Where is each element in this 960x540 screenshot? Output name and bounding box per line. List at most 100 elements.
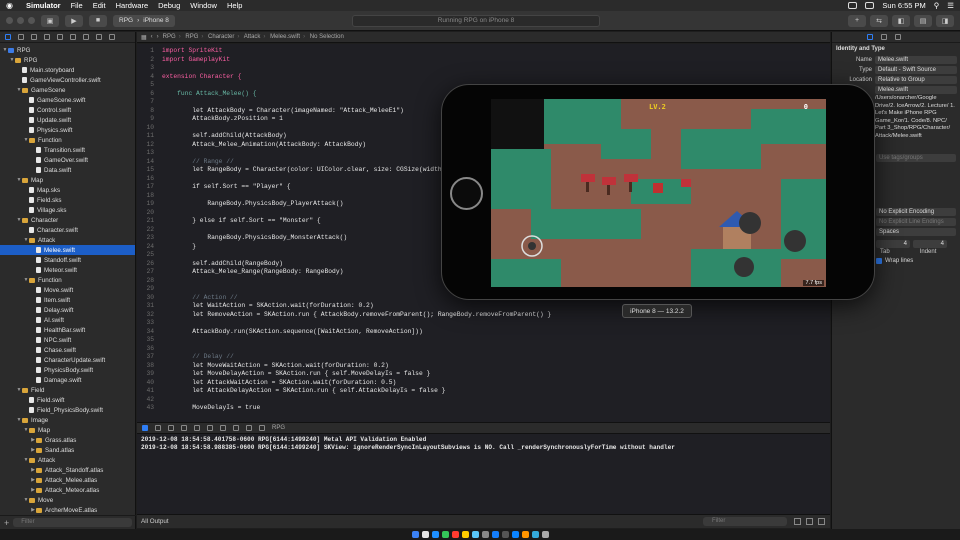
file-item[interactable]: Character.swift xyxy=(0,225,135,235)
notes-icon[interactable] xyxy=(461,531,469,538)
file-item[interactable]: Physics.swift xyxy=(0,125,135,135)
file-name-field[interactable]: Melee.swift xyxy=(875,86,957,94)
file-item[interactable]: Meteor.swift xyxy=(0,265,135,275)
file-item[interactable]: GameScene.swift xyxy=(0,95,135,105)
breadcrumb-attack[interactable]: Attack xyxy=(244,34,261,40)
folder-item[interactable]: ▼ Function xyxy=(0,135,135,145)
launchpad-icon[interactable] xyxy=(421,531,429,538)
code-line[interactable]: let WaitAction = SKAction.wait(forDurati… xyxy=(162,302,373,309)
run-button[interactable]: ▶ xyxy=(65,14,83,27)
file-item[interactable]: Damage.swift xyxy=(0,375,135,385)
hide-debug-area-icon[interactable] xyxy=(142,425,148,431)
folder-item[interactable]: ▶ Attack_Meteor.atlas xyxy=(0,485,135,495)
split-view-icon[interactable] xyxy=(806,518,813,525)
code-line[interactable]: let MoveDelayAction = SKAction.run { sel… xyxy=(162,370,430,377)
code-review-button[interactable]: ⇆ xyxy=(870,14,888,27)
code-line[interactable]: let RangeBody = Character(color: UIColor… xyxy=(162,166,445,173)
stop-button[interactable]: ■ xyxy=(89,14,107,27)
breakpoint-icon[interactable] xyxy=(96,34,102,40)
add-file-button[interactable]: + xyxy=(4,518,9,528)
file-item[interactable]: Update.swift xyxy=(0,115,135,125)
forward-icon[interactable]: › xyxy=(157,34,159,40)
folder-item[interactable]: ▶ ArcherMoveE.atlas xyxy=(0,505,135,515)
memory-graph-icon[interactable] xyxy=(233,425,239,431)
spotlight-icon[interactable]: ⚲ xyxy=(934,1,940,10)
menu-hardware[interactable]: Hardware xyxy=(116,1,149,10)
character-button[interactable] xyxy=(734,257,754,277)
file-item[interactable]: Field.sks xyxy=(0,195,135,205)
code-line[interactable]: let AttackDelayAction = SKAction.run { s… xyxy=(162,387,445,394)
code-line[interactable]: import SpriteKit xyxy=(162,47,222,54)
file-item[interactable]: Data.swift xyxy=(0,165,135,175)
file-item[interactable]: Chase.swift xyxy=(0,345,135,355)
app-icon[interactable] xyxy=(521,531,529,538)
back-icon[interactable]: ‹ xyxy=(151,34,153,40)
text-encoding-select[interactable]: No Explicit Encoding xyxy=(876,208,956,216)
code-line[interactable]: func Attack_Melee() { xyxy=(162,90,256,97)
step-out-icon[interactable] xyxy=(207,425,213,431)
code-line[interactable]: if self.Sort == "Player" { xyxy=(162,183,290,190)
file-item[interactable]: NPC.swift xyxy=(0,335,135,345)
code-line[interactable]: } else if self.Sort == "Monster" { xyxy=(162,217,321,224)
code-line[interactable]: Attack_Melee_Range(RangeBody: RangeBody) xyxy=(162,268,343,275)
folder-item[interactable]: ▼ Image xyxy=(0,415,135,425)
source-tags-input[interactable]: Use tags/groups xyxy=(876,154,956,162)
breadcrumb-group[interactable]: RPG xyxy=(185,34,198,40)
debug-target[interactable]: RPG xyxy=(272,425,285,431)
report-icon[interactable] xyxy=(109,34,115,40)
menu-app-name[interactable]: Simulator xyxy=(26,1,61,10)
output-selector[interactable]: All Output xyxy=(141,518,201,525)
code-line[interactable]: AttackBody.run(SKAction.sequence([WaitAc… xyxy=(162,328,423,335)
app-icon[interactable] xyxy=(531,531,539,538)
step-over-icon[interactable] xyxy=(181,425,187,431)
menu-window[interactable]: Window xyxy=(190,1,217,10)
finder-icon[interactable] xyxy=(411,531,419,538)
folder-item[interactable]: ▼ Map xyxy=(0,425,135,435)
apple-menu-icon[interactable]: ◉ xyxy=(6,1,16,10)
code-line[interactable]: self.addChild(AttackBody) xyxy=(162,132,286,139)
line-endings-select[interactable]: No Explicit Line Endings xyxy=(876,218,956,226)
file-item[interactable]: GameViewController.swift xyxy=(0,75,135,85)
file-item[interactable]: Standoff.swift xyxy=(0,255,135,265)
file-item[interactable]: Delay.swift xyxy=(0,305,135,315)
console-filter-input[interactable]: Filter xyxy=(703,517,787,526)
game-screen[interactable]: LV.2 0 7.7 fps xyxy=(491,99,826,287)
tab-width-field[interactable]: 4 xyxy=(876,240,910,248)
magic-attack-button[interactable] xyxy=(784,230,806,252)
folder-item[interactable]: ▶ Attack_Melee.atlas xyxy=(0,475,135,485)
zoom-window-button[interactable] xyxy=(28,17,35,24)
code-line[interactable]: let MoveWaitAction = SKAction.wait(forDu… xyxy=(162,362,389,369)
pause-icon[interactable] xyxy=(168,425,174,431)
folder-item[interactable]: ▼ Character xyxy=(0,215,135,225)
history-icon[interactable] xyxy=(881,34,887,40)
source-control-icon[interactable] xyxy=(18,34,24,40)
file-item[interactable]: PhysicsBody.swift xyxy=(0,365,135,375)
menu-debug[interactable]: Debug xyxy=(158,1,180,10)
file-item[interactable]: GameOver.swift xyxy=(0,155,135,165)
related-items-icon[interactable]: ▦ xyxy=(141,34,147,41)
navigator-filter-input[interactable]: Filter xyxy=(13,518,132,527)
toggle-debug-button[interactable]: ▤ xyxy=(914,14,932,27)
home-button[interactable] xyxy=(450,177,483,210)
breakpoints-toggle-icon[interactable] xyxy=(155,425,161,431)
file-item[interactable]: Melee.swift xyxy=(0,245,135,255)
symbol-icon[interactable] xyxy=(31,34,37,40)
close-window-button[interactable] xyxy=(6,17,13,24)
project-item[interactable]: ▼ RPG xyxy=(0,45,135,55)
file-item[interactable]: HealthBar.swift xyxy=(0,325,135,335)
file-item[interactable]: AI.swift xyxy=(0,315,135,325)
indent-width-field[interactable]: 4 xyxy=(913,240,947,248)
breadcrumb-selection[interactable]: No Selection xyxy=(310,34,344,40)
code-line[interactable]: Attack_Melee_Animation(AttackBody: Attac… xyxy=(162,141,366,148)
name-field[interactable]: Melee.swift xyxy=(875,56,957,64)
file-item[interactable]: Main.storyboard xyxy=(0,65,135,75)
indent-using-select[interactable]: Spaces xyxy=(876,228,956,236)
control-center-icon[interactable]: ☰ xyxy=(947,1,954,10)
location-select[interactable]: Relative to Group xyxy=(875,76,957,84)
code-line[interactable]: // Action // xyxy=(162,294,237,301)
environment-overrides-icon[interactable] xyxy=(246,425,252,431)
trash-icon[interactable] xyxy=(794,518,801,525)
debug-icon[interactable] xyxy=(83,34,89,40)
wrap-lines-checkbox[interactable] xyxy=(876,258,882,264)
issue-icon[interactable] xyxy=(57,34,63,40)
